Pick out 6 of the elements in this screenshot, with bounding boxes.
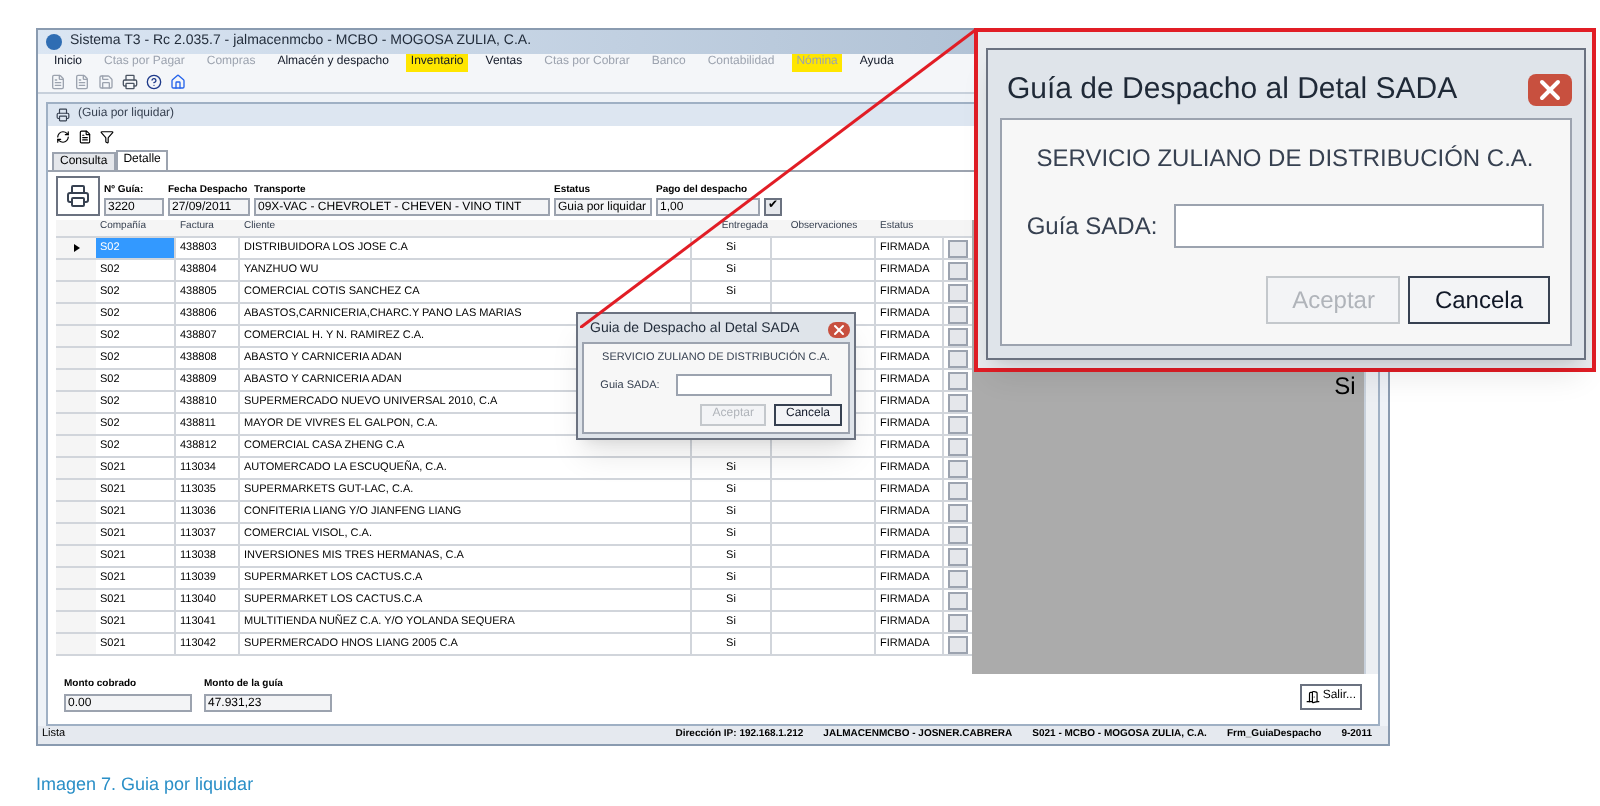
table-cell-text: Si	[1334, 370, 1356, 404]
caption: Imagen 7. Guia por liquidar	[36, 774, 254, 794]
dialog-title: Guía de Despacho al Detal SADA	[1005, 69, 1460, 110]
field-label: Guía SADA:	[1026, 210, 1158, 244]
company-name: SERVICIO ZULIANO DE DISTRIBUCIÓN C.A.	[1034, 142, 1536, 176]
dialog-button[interactable]: Cancela	[1408, 276, 1549, 324]
